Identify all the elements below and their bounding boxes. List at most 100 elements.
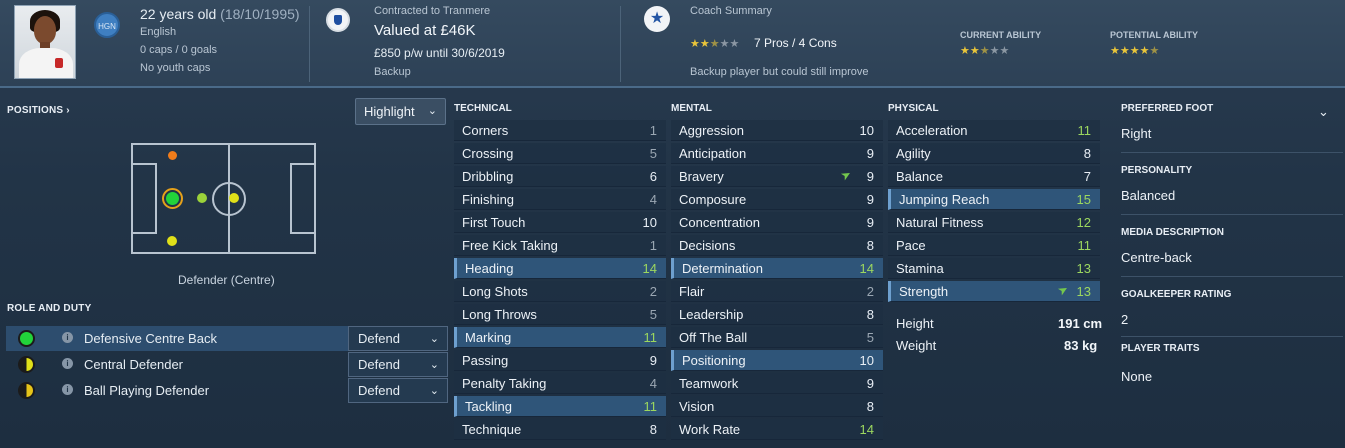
technical-attribute-row[interactable]: Corners 1: [454, 120, 666, 141]
position-dot-dm[interactable]: [197, 193, 207, 203]
attribute-value: 12: [1076, 215, 1091, 230]
physical-attribute-row[interactable]: Natural Fitness 12: [888, 212, 1100, 233]
physical-attribute-row[interactable]: Strength ➤ 13: [888, 281, 1100, 302]
height-label: Height: [896, 316, 934, 331]
physical-attribute-row[interactable]: Agility 8: [888, 143, 1100, 164]
attribute-name: Free Kick Taking: [462, 238, 558, 253]
physical-attribute-row[interactable]: Stamina 13: [888, 258, 1100, 279]
mental-attribute-row[interactable]: Vision 8: [671, 396, 883, 417]
technical-attribute-row[interactable]: Crossing 5: [454, 143, 666, 164]
technical-attribute-row[interactable]: First Touch 10: [454, 212, 666, 233]
attribute-name: Decisions: [679, 238, 736, 253]
header-divider: [309, 6, 310, 82]
technical-attribute-row[interactable]: Free Kick Taking 1: [454, 235, 666, 256]
attribute-value: 1: [649, 238, 657, 253]
potential-ability-stars: ★★★★★: [1110, 45, 1160, 57]
chevron-down-icon: ⌄: [429, 359, 439, 371]
info-icon[interactable]: i: [62, 358, 73, 369]
chevron-down-icon: ⌄: [429, 385, 439, 397]
attribute-name: Aggression: [679, 123, 745, 138]
technical-attribute-row[interactable]: Penalty Taking 4: [454, 373, 666, 394]
nationality-badge-icon[interactable]: HGN: [94, 12, 120, 38]
technical-attribute-row[interactable]: Dribbling 6: [454, 166, 666, 187]
current-ability-stars: ★★★★★: [960, 45, 1010, 57]
trend-up-icon: ➤: [838, 166, 854, 184]
position-dot-dcr[interactable]: [168, 151, 177, 160]
goalkeeper-rating-value: 2: [1121, 312, 1129, 327]
attribute-name: Natural Fitness: [896, 215, 984, 230]
mental-attribute-row[interactable]: Concentration 9: [671, 212, 883, 233]
attribute-value: 9: [649, 353, 657, 368]
info-icon[interactable]: i: [62, 384, 73, 395]
mental-attribute-row[interactable]: Aggression 10: [671, 120, 883, 141]
duty-select[interactable]: Defend ⌄: [348, 326, 448, 351]
valuation-text: Valued at £46K: [374, 22, 476, 39]
position-dot-dc[interactable]: [166, 192, 179, 205]
attribute-name: Long Throws: [462, 307, 537, 322]
chevron-down-icon: ⌄: [429, 333, 439, 345]
dob-text: (18/10/1995): [220, 6, 300, 22]
attribute-value: 4: [649, 376, 657, 391]
physical-attribute-row[interactable]: Balance 7: [888, 166, 1100, 187]
attribute-value: 1: [649, 123, 657, 138]
position-dot-mc[interactable]: [229, 193, 239, 203]
mental-attribute-row[interactable]: Work Rate 14: [671, 419, 883, 440]
mental-attribute-row[interactable]: Flair 2: [671, 281, 883, 302]
attribute-name: Crossing: [462, 146, 514, 161]
attribute-name: Composure: [679, 192, 747, 207]
technical-attribute-row[interactable]: Heading 14: [454, 258, 666, 279]
physical-attribute-row[interactable]: Jumping Reach 15: [888, 189, 1100, 210]
attribute-name: Bravery: [679, 169, 724, 184]
physical-attribute-row[interactable]: Pace 11: [888, 235, 1100, 256]
trend-up-icon: ➤: [1055, 281, 1071, 299]
mental-attribute-row[interactable]: Off The Ball 5: [671, 327, 883, 348]
preferred-foot-label: PREFERRED FOOT: [1121, 103, 1214, 114]
pros-cons-text[interactable]: 7 Pros / 4 Cons: [754, 36, 837, 50]
coach-star-icon[interactable]: ★: [644, 6, 670, 32]
attribute-name: Pace: [896, 238, 926, 253]
highlight-dropdown[interactable]: Highlight ⌄: [355, 98, 446, 125]
mental-attribute-row[interactable]: Bravery ➤ 9: [671, 166, 883, 187]
role-row[interactable]: i Ball Playing Defender Defend ⌄: [6, 378, 448, 403]
chevron-down-icon[interactable]: ⌄: [1318, 104, 1329, 120]
role-row[interactable]: i Defensive Centre Back Defend ⌄: [6, 326, 448, 351]
attribute-name: Penalty Taking: [462, 376, 547, 391]
role-row[interactable]: i Central Defender Defend ⌄: [6, 352, 448, 377]
attribute-value: 8: [866, 238, 874, 253]
technical-attribute-row[interactable]: Technique 8: [454, 419, 666, 440]
technical-attribute-row[interactable]: Long Throws 5: [454, 304, 666, 325]
attribute-value: 13: [1076, 284, 1091, 299]
attribute-name: Agility: [896, 146, 931, 161]
duty-select[interactable]: Defend ⌄: [348, 378, 448, 403]
technical-attribute-row[interactable]: Marking 11: [454, 327, 666, 348]
attribute-name: First Touch: [462, 215, 526, 230]
club-crest-icon[interactable]: [326, 8, 350, 32]
physical-attribute-row[interactable]: Acceleration 11: [888, 120, 1100, 141]
technical-attribute-row[interactable]: Finishing 4: [454, 189, 666, 210]
preferred-foot-value: Right: [1121, 126, 1152, 141]
attribute-value: 9: [866, 215, 874, 230]
mental-attribute-row[interactable]: Decisions 8: [671, 235, 883, 256]
mental-attribute-row[interactable]: Determination 14: [671, 258, 883, 279]
mental-attribute-row[interactable]: Anticipation 9: [671, 143, 883, 164]
info-icon[interactable]: i: [62, 332, 73, 343]
positions-title[interactable]: POSITIONS ›: [7, 105, 70, 116]
technical-attribute-row[interactable]: Long Shots 2: [454, 281, 666, 302]
technical-title: TECHNICAL: [454, 103, 512, 114]
mental-attribute-row[interactable]: Positioning 10: [671, 350, 883, 371]
attribute-value: 2: [866, 284, 874, 299]
duty-select[interactable]: Defend ⌄: [348, 352, 448, 377]
technical-attribute-row[interactable]: Tackling 11: [454, 396, 666, 417]
mental-attribute-row[interactable]: Teamwork 9: [671, 373, 883, 394]
position-dot-dcl[interactable]: [167, 236, 177, 246]
position-name: Defender (Centre): [178, 273, 275, 287]
personality-label: PERSONALITY: [1121, 165, 1193, 176]
caps-text: 0 caps / 0 goals: [140, 44, 218, 56]
technical-attribute-row[interactable]: Passing 9: [454, 350, 666, 371]
header-divider: [620, 6, 621, 82]
mental-attribute-row[interactable]: Composure 9: [671, 189, 883, 210]
attribute-name: Acceleration: [896, 123, 968, 138]
highlight-dropdown-label: Highlight: [364, 104, 415, 119]
duty-label: Defend: [358, 357, 400, 372]
mental-attribute-row[interactable]: Leadership 8: [671, 304, 883, 325]
